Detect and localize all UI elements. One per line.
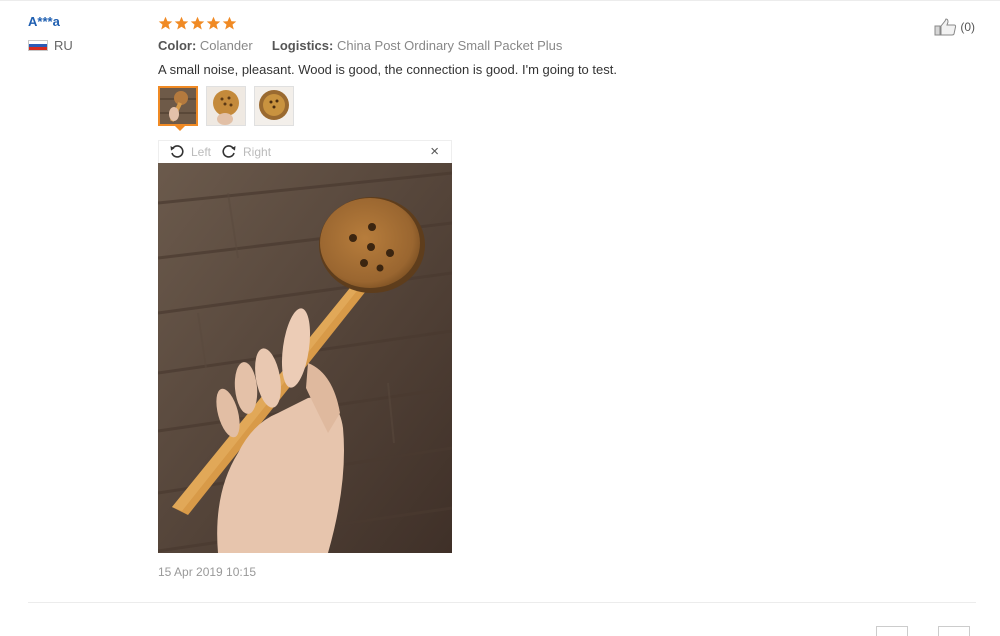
image-viewer: Left Right × — [158, 140, 452, 553]
reviewer-country: RU — [28, 38, 73, 53]
review-date: 15 Apr 2019 10:15 — [158, 565, 257, 579]
thumbnail-image — [207, 87, 245, 125]
star-icon — [158, 16, 173, 29]
rotate-right-label: Right — [243, 145, 272, 159]
reviewer-info: A***a RU — [28, 14, 73, 53]
thumbs-up-icon — [934, 18, 957, 36]
rotate-left-button[interactable]: Left — [169, 144, 211, 160]
pagination-prev-button[interactable] — [876, 626, 908, 636]
top-divider — [0, 0, 1000, 1]
logistics-value: China Post Ordinary Small Packet Plus — [336, 38, 563, 53]
helpful-count: (0) — [960, 20, 975, 34]
order-info: Color: Colander Logistics: China Post Or… — [158, 38, 918, 53]
thumbnail-1[interactable] — [158, 86, 198, 126]
country-code: RU — [54, 38, 73, 53]
rotate-right-icon — [222, 145, 236, 158]
review-content: Color: Colander Logistics: China Post Or… — [158, 14, 918, 579]
color-label: Color: — [158, 38, 197, 53]
helpful-button[interactable]: (0) — [934, 18, 975, 36]
thumbnail-image — [160, 88, 196, 124]
star-icon — [190, 16, 205, 29]
bottom-divider — [28, 602, 976, 603]
thumbnail-2[interactable] — [206, 86, 246, 126]
photo-thumbnails — [158, 86, 918, 126]
star-icon — [174, 16, 189, 29]
active-thumbnail-caret — [174, 125, 186, 131]
rotate-left-icon — [170, 145, 184, 158]
star-rating — [158, 14, 918, 32]
review-text: A small noise, pleasant. Wood is good, t… — [158, 62, 617, 77]
russia-flag-icon — [28, 40, 48, 51]
thumbnail-3[interactable] — [254, 86, 294, 126]
logistics-label: Logistics: — [271, 38, 334, 53]
star-icon — [222, 16, 237, 29]
viewer-toolbar: Left Right × — [158, 140, 452, 163]
review-photo[interactable] — [158, 163, 452, 553]
star-icon — [206, 16, 221, 29]
reviewer-name[interactable]: A***a — [28, 14, 73, 29]
thumbnail-image — [255, 87, 293, 125]
color-value: Colander — [199, 38, 253, 53]
rotate-right-button[interactable]: Right — [221, 144, 271, 160]
close-viewer-button[interactable]: × — [430, 144, 439, 160]
pagination-next-button[interactable] — [938, 626, 970, 636]
rotate-left-label: Left — [191, 145, 212, 159]
